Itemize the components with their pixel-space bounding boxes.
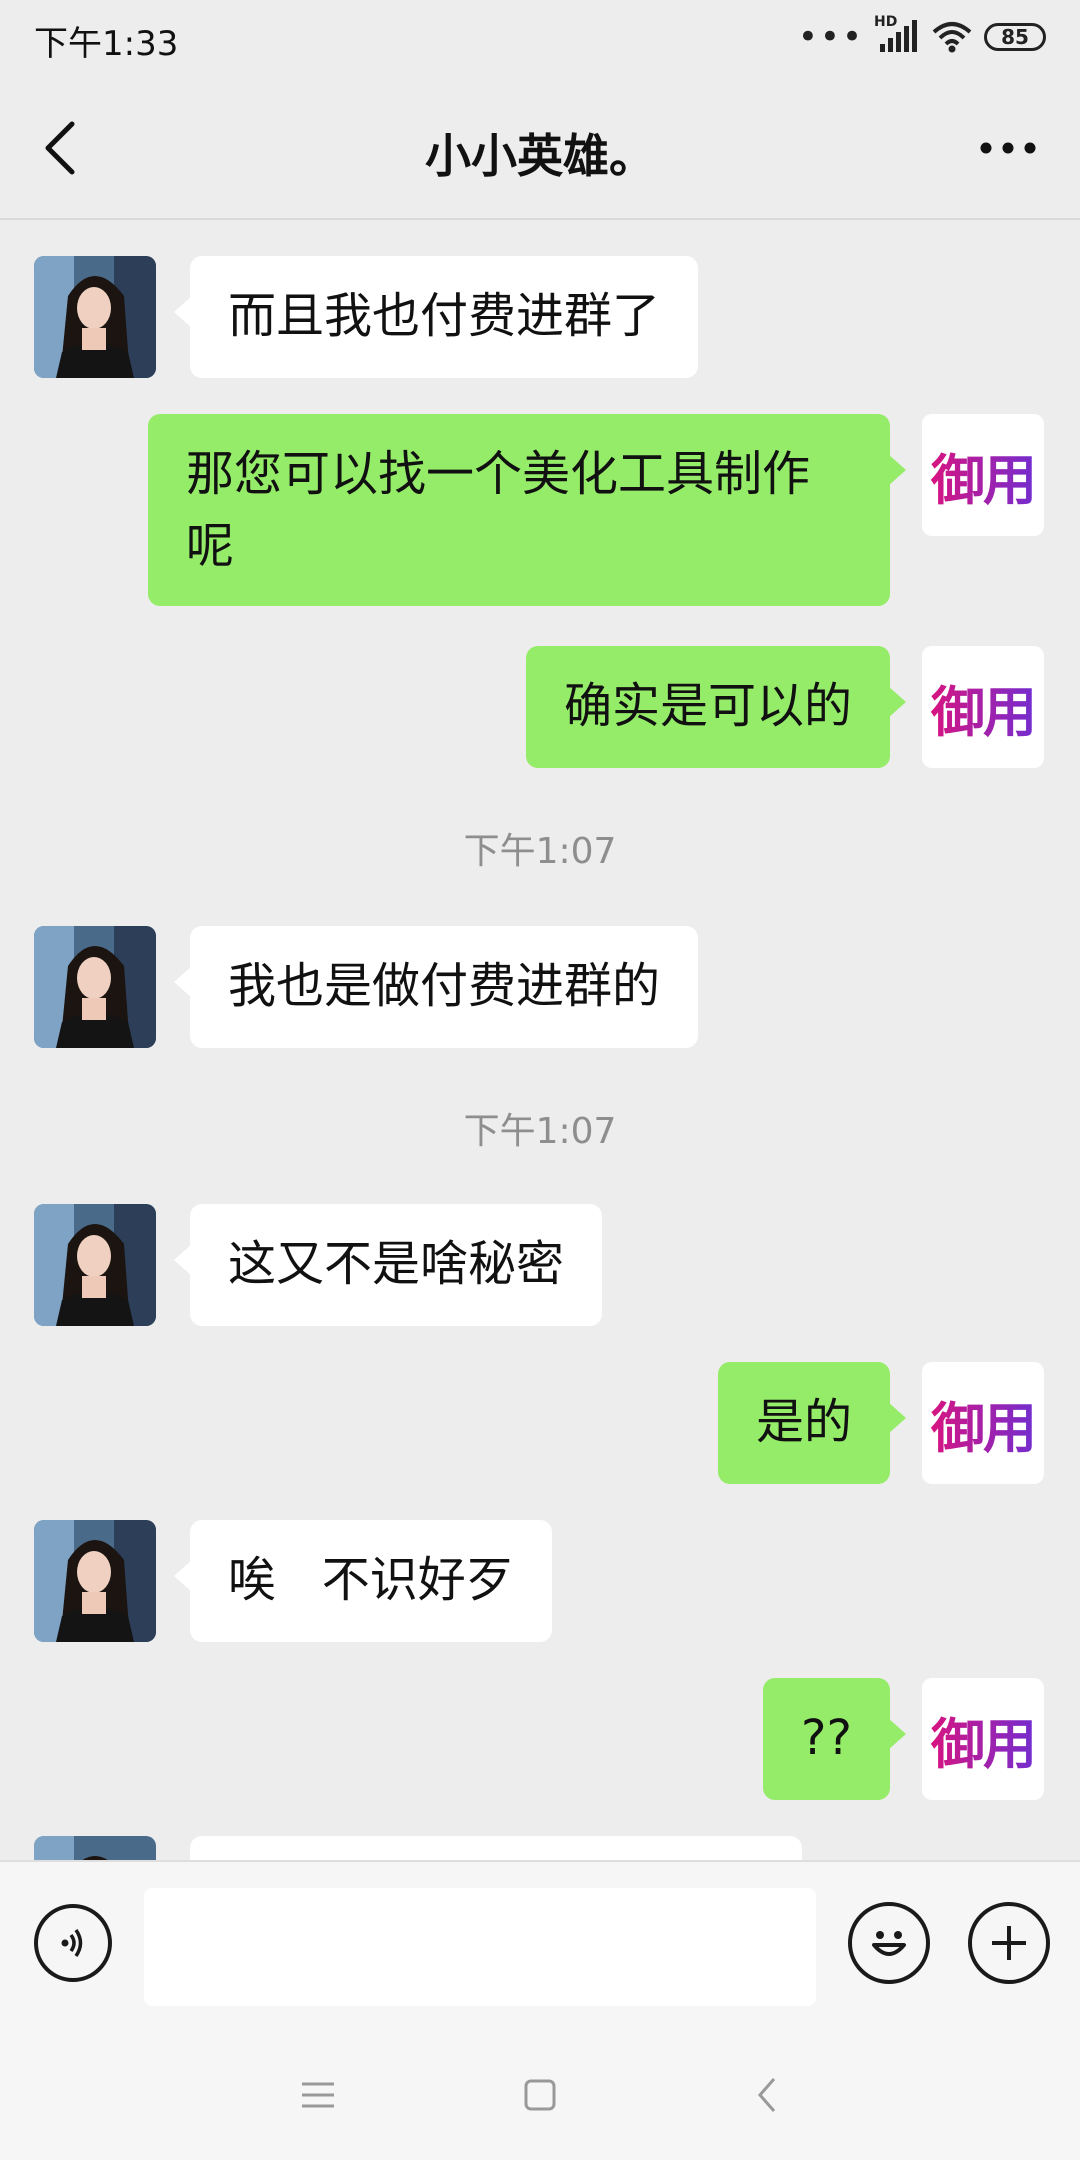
outgoing-message[interactable]: 是的: [717, 1362, 907, 1484]
contact-avatar[interactable]: [34, 1204, 156, 1326]
emoji-button[interactable]: [848, 1902, 930, 1984]
incoming-message[interactable]: 这又不是啥秘密: [173, 1204, 603, 1326]
contact-avatar[interactable]: [34, 1836, 156, 1860]
network-type: HD: [874, 14, 898, 30]
wifi-icon: [932, 22, 972, 53]
menu-icon: [302, 2082, 334, 2108]
message-list[interactable]: 而且我也付费进群了 御用 那您可以找一个美化工具制作呢 御用 确实是可以的 下午…: [0, 220, 1080, 1860]
contact-avatar[interactable]: [34, 926, 156, 1048]
status-bar: 下午1:33 ••• HD 85: [0, 0, 1080, 76]
chat-title: 小小英雄。: [425, 129, 655, 183]
outgoing-message[interactable]: 确实是可以的: [525, 646, 907, 768]
more-notifications-icon: •••: [797, 17, 864, 57]
more-actions-button[interactable]: [968, 1902, 1050, 1984]
avatar-badge-text: 御用: [922, 1362, 1044, 1484]
my-avatar[interactable]: 御用: [922, 646, 1044, 768]
my-avatar[interactable]: 御用: [922, 1362, 1044, 1484]
incoming-message[interactable]: 而且我也付费进群了: [173, 256, 699, 378]
contact-photo: [34, 926, 156, 1048]
avatar-badge-text: 御用: [922, 1678, 1044, 1800]
status-icons: ••• HD 85: [797, 14, 1046, 57]
system-back-button[interactable]: [738, 2070, 798, 2120]
voice-button[interactable]: [34, 1904, 112, 1982]
contact-photo: [34, 1204, 156, 1326]
more-options-button[interactable]: [976, 128, 1040, 168]
chat-header: 小小英雄。: [0, 76, 1080, 220]
emoji-icon: [872, 1931, 906, 1956]
message-input[interactable]: [144, 1888, 816, 2006]
message-timestamp: 下午1:07: [463, 831, 617, 872]
plus-icon: [992, 1926, 1026, 1960]
battery-level: 85: [1001, 25, 1029, 49]
signal-icon: HD: [874, 14, 920, 56]
system-nav-bar: [0, 2030, 1080, 2160]
incoming-message[interactable]: 我也是做付费进群的: [173, 926, 699, 1048]
message-timestamp: 下午1:07: [463, 1111, 617, 1152]
my-avatar[interactable]: 御用: [922, 414, 1044, 536]
status-time: 下午1:33: [34, 24, 179, 64]
outgoing-message[interactable]: 那您可以找一个美化工具制作呢: [148, 414, 906, 606]
home-icon: [524, 2079, 556, 2111]
contact-avatar[interactable]: [34, 1520, 156, 1642]
home-button[interactable]: [510, 2070, 570, 2120]
battery-icon: 85: [984, 23, 1046, 51]
input-bar: [0, 1860, 1080, 2030]
avatar-badge-text: 御用: [922, 414, 1044, 536]
outgoing-message[interactable]: ??: [763, 1678, 906, 1800]
avatar-badge-text: 御用: [922, 646, 1044, 768]
more-icon: [980, 142, 1036, 154]
back-icon: [758, 2078, 776, 2112]
voice-icon: [61, 1929, 83, 1957]
contact-photo: [34, 256, 156, 378]
incoming-message[interactable]: 唉 不识好歹: [174, 1520, 552, 1642]
incoming-message-partial[interactable]: [190, 1836, 802, 1860]
contact-photo: [34, 1836, 156, 1860]
contact-photo: [34, 1520, 156, 1642]
contact-avatar[interactable]: [34, 256, 156, 378]
my-avatar[interactable]: 御用: [922, 1678, 1044, 1800]
recent-apps-button[interactable]: [288, 2070, 348, 2120]
